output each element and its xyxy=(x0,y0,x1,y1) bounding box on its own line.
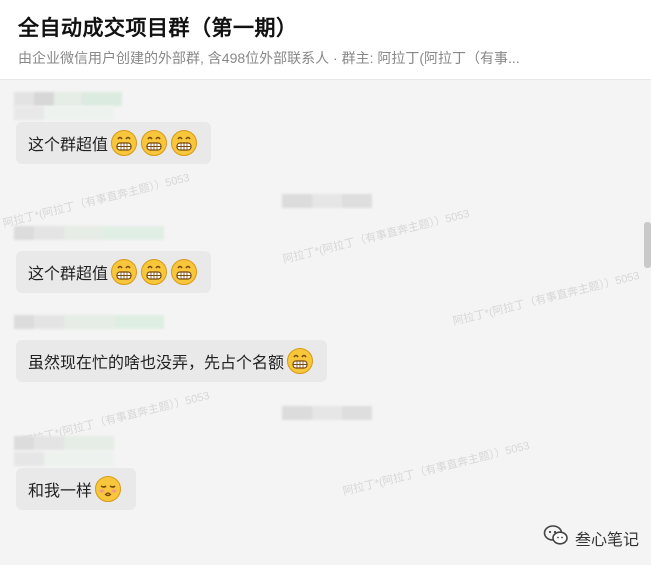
message-bubble[interactable]: 这个群超值 xyxy=(16,122,211,164)
sender-name-blurred xyxy=(14,226,164,240)
sender-name-blurred xyxy=(14,452,114,466)
chat-area[interactable]: 阿拉丁*(阿拉丁（有事直奔主题））5053 阿拉丁*(阿拉丁（有事直奔主题））5… xyxy=(0,80,651,565)
timestamp-blurred xyxy=(282,406,372,420)
scrollbar-thumb[interactable] xyxy=(644,222,651,268)
sender-name-blurred xyxy=(14,92,122,106)
watermark: 阿拉丁*(阿拉丁（有事直奔主题））5053 xyxy=(341,439,531,499)
message-bubble[interactable]: 和我一样 xyxy=(16,468,136,510)
message-text: 这个群超值 xyxy=(28,137,109,154)
watermark: 阿拉丁*(阿拉丁（有事直奔主题））5053 xyxy=(451,269,641,329)
group-title: 全自动成交项目群（第一期） xyxy=(18,17,298,40)
grin-icon xyxy=(110,258,138,286)
grin-icon xyxy=(110,129,138,157)
watermark: 阿拉丁*(阿拉丁（有事直奔主题））5053 xyxy=(1,171,191,231)
sender-name-blurred xyxy=(14,106,114,120)
grin-icon xyxy=(140,258,168,286)
smirk-icon xyxy=(94,475,122,503)
sender-name-blurred xyxy=(14,436,114,450)
chat-header: 全自动成交项目群（第一期） 由企业微信用户创建的外部群, 含498位外部联系人 … xyxy=(0,0,651,80)
message-text: 和我一样 xyxy=(28,483,93,500)
grin-icon xyxy=(170,258,198,286)
timestamp-blurred xyxy=(282,194,372,208)
message-text: 这个群超值 xyxy=(28,266,109,283)
group-subtitle: 由企业微信用户创建的外部群, 含498位外部联系人 · 群主: 阿拉丁(阿拉丁（… xyxy=(18,50,520,66)
message-bubble[interactable]: 虽然现在忙的啥也没弄，先占个名额 xyxy=(16,340,327,382)
message-bubble[interactable]: 这个群超值 xyxy=(16,251,211,293)
brand-watermark: 叁心笔记 xyxy=(543,524,639,551)
brand-label: 叁心笔记 xyxy=(574,531,639,549)
watermark: 阿拉丁*(阿拉丁（有事直奔主题））5053 xyxy=(281,207,471,267)
grin-icon xyxy=(170,129,198,157)
wechat-icon xyxy=(543,524,569,551)
grin-icon xyxy=(140,129,168,157)
sender-name-blurred xyxy=(14,315,164,329)
grin-icon xyxy=(286,347,314,375)
message-text: 虽然现在忙的啥也没弄，先占个名额 xyxy=(28,355,285,372)
